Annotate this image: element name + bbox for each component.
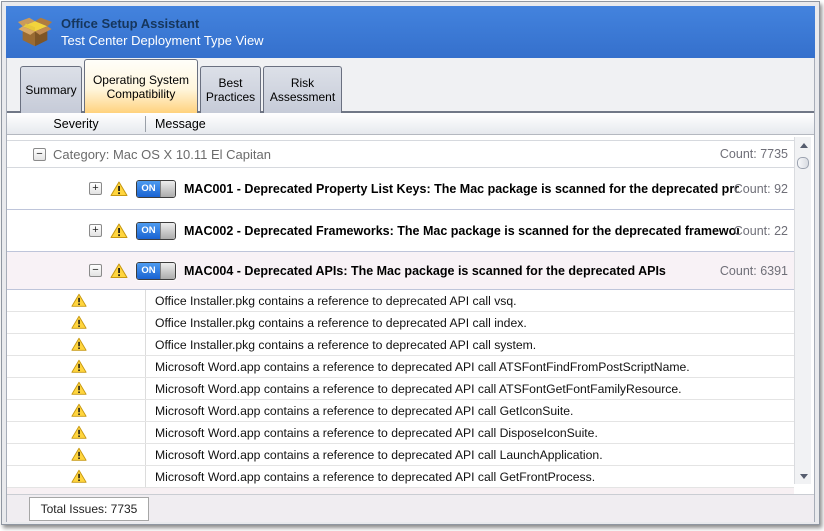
issue-row[interactable]: Microsoft Word.app contains a reference … [7,378,794,400]
results-grid: − Category: Mac OS X 10.11 El Capitan Co… [7,135,794,488]
issue-message: Microsoft Word.app contains a reference … [145,444,792,465]
warning-icon [71,469,87,484]
group-count: Count: 22 [734,224,788,238]
tab-risk-assessment[interactable]: Risk Assessment [263,66,342,113]
tab-bar: Summary Operating System Compatibility B… [7,58,814,113]
vertical-scrollbar[interactable] [794,137,811,484]
group-count: Count: 6391 [720,264,788,278]
warning-icon [71,315,87,330]
package-box-icon [16,14,54,50]
group-row-mac001[interactable]: + ON MAC001 - Deprecated Property List K… [7,168,794,210]
toggle-on-switch[interactable]: ON [136,222,176,240]
issue-row[interactable]: Microsoft Word.app contains a reference … [7,444,794,466]
tab-risk-label: Risk Assessment [267,76,338,104]
group-count: Count: 92 [734,182,788,196]
issue-row[interactable]: Microsoft Word.app contains a reference … [7,422,794,444]
issue-message: Microsoft Word.app contains a reference … [145,356,792,377]
tab-os-label: Operating System Compatibility [88,73,194,101]
tab-summary[interactable]: Summary [20,66,82,113]
issue-message: Microsoft Word.app contains a reference … [145,466,792,487]
content-area: Summary Operating System Compatibility B… [6,58,815,522]
collapse-category-button[interactable]: − [33,148,46,161]
issue-message: Office Installer.pkg contains a referenc… [145,334,792,355]
scrollbar-thumb[interactable] [797,157,809,169]
group-title: MAC001 - Deprecated Property List Keys: … [184,182,739,196]
tab-best-label: Best Practices [204,76,257,104]
grid-column-header: Severity Message [7,113,814,135]
category-count: Count: 7735 [720,147,788,161]
toggle-on-label: ON [137,181,160,197]
scroll-down-button[interactable] [795,468,812,484]
toggle-knob [160,223,175,239]
toggle-knob [160,181,175,197]
warning-icon [71,293,87,308]
warning-icon [110,263,128,279]
issue-message: Microsoft Word.app contains a reference … [145,422,792,443]
issue-message: Microsoft Word.app contains a reference … [145,378,792,399]
total-issues-badge: Total Issues: 7735 [29,497,149,521]
warning-icon [71,403,87,418]
toggle-knob [160,263,175,279]
expand-plus-icon[interactable]: + [89,224,102,237]
issue-row[interactable]: Office Installer.pkg contains a referenc… [7,334,794,356]
warning-icon [71,337,87,352]
window-title: Office Setup Assistant [61,16,264,31]
toggle-on-label: ON [137,263,160,279]
warning-icon [110,181,128,197]
issue-row[interactable]: Office Installer.pkg contains a referenc… [7,312,794,334]
warning-icon [71,425,87,440]
title-bar: Office Setup Assistant Test Center Deplo… [6,6,815,58]
warning-icon [71,447,87,462]
warning-icon [71,359,87,374]
arrow-up-icon [800,143,808,148]
status-bar: Total Issues: 7735 [7,494,814,522]
scroll-up-button[interactable] [795,137,812,153]
column-header-message[interactable]: Message [155,113,206,134]
collapse-minus-icon[interactable]: − [89,264,102,277]
category-row[interactable]: − Category: Mac OS X 10.11 El Capitan Co… [7,140,794,168]
warning-icon [71,381,87,396]
warning-icon [110,223,128,239]
group-row-mac002[interactable]: + ON MAC002 - Deprecated Frameworks: The… [7,210,794,252]
expand-plus-icon[interactable]: + [89,182,102,195]
tab-operating-system-compatibility[interactable]: Operating System Compatibility [84,59,198,113]
toggle-on-switch[interactable]: ON [136,262,176,280]
issue-row[interactable]: Microsoft Word.app contains a reference … [7,400,794,422]
group-title: MAC002 - Deprecated Frameworks: The Mac … [184,224,739,238]
issue-message: Microsoft Word.app contains a reference … [145,400,792,421]
tab-summary-label: Summary [25,83,76,97]
issue-message: Office Installer.pkg contains a referenc… [145,290,792,311]
arrow-down-icon [800,474,808,479]
column-header-severity[interactable]: Severity [7,113,145,134]
issue-row[interactable]: Microsoft Word.app contains a reference … [7,356,794,378]
toggle-on-label: ON [137,223,160,239]
issue-row[interactable]: Office Installer.pkg contains a referenc… [7,290,794,312]
column-resize-handle[interactable] [145,116,146,132]
issue-message: Office Installer.pkg contains a referenc… [145,312,792,333]
group-row-mac004[interactable]: − ON MAC004 - Deprecated APIs: The Mac p… [7,252,794,290]
tab-best-practices[interactable]: Best Practices [200,66,261,113]
toggle-on-switch[interactable]: ON [136,180,176,198]
category-label: Category: Mac OS X 10.11 El Capitan [53,147,271,162]
app-window: Office Setup Assistant Test Center Deplo… [1,1,820,525]
window-subtitle: Test Center Deployment Type View [61,33,264,48]
issue-row[interactable]: Microsoft Word.app contains a reference … [7,466,794,488]
group-title: MAC004 - Deprecated APIs: The Mac packag… [184,264,666,278]
